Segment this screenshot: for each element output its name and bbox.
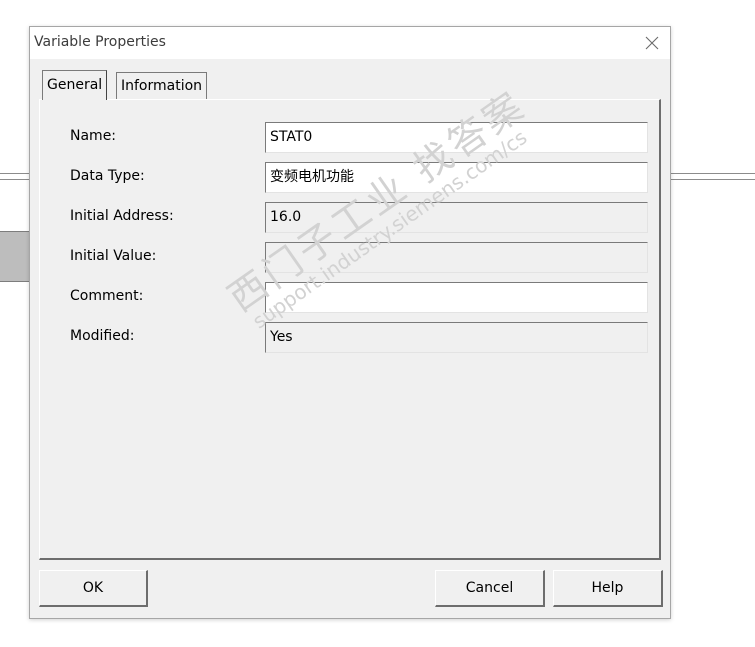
background-line-right [670, 173, 755, 180]
name-label: Name: [70, 128, 117, 144]
initial-address-label: Initial Address: [70, 208, 174, 224]
initial-value-label: Initial Value: [70, 248, 157, 264]
variable-properties-dialog: Variable Properties General Information … [29, 26, 671, 619]
tab-information-label: Information [121, 78, 203, 94]
initial-address-field: 16.0 [265, 202, 648, 233]
modified-field: Yes [265, 322, 648, 353]
tab-information[interactable]: Information [116, 72, 208, 99]
general-tab-panel: Name: STAT0 Data Type: 变频电机功能 Initial Ad… [39, 99, 661, 560]
help-button[interactable]: Help [553, 570, 663, 607]
comment-label: Comment: [70, 288, 144, 304]
title-bar: Variable Properties [30, 27, 670, 59]
initial-value-field [265, 242, 648, 273]
tab-general[interactable]: General [42, 70, 108, 100]
ok-button[interactable]: OK [39, 570, 148, 607]
background-panel-fragment [0, 231, 29, 282]
data-type-field[interactable]: 变频电机功能 [265, 162, 648, 193]
modified-label: Modified: [70, 328, 135, 344]
cancel-button[interactable]: Cancel [435, 570, 545, 607]
dialog-title: Variable Properties [34, 34, 166, 50]
tab-general-label: General [47, 77, 103, 93]
close-icon[interactable] [642, 33, 662, 53]
background-line-left [0, 173, 29, 180]
comment-field[interactable] [265, 282, 648, 313]
data-type-label: Data Type: [70, 168, 145, 184]
name-field[interactable]: STAT0 [265, 122, 648, 153]
